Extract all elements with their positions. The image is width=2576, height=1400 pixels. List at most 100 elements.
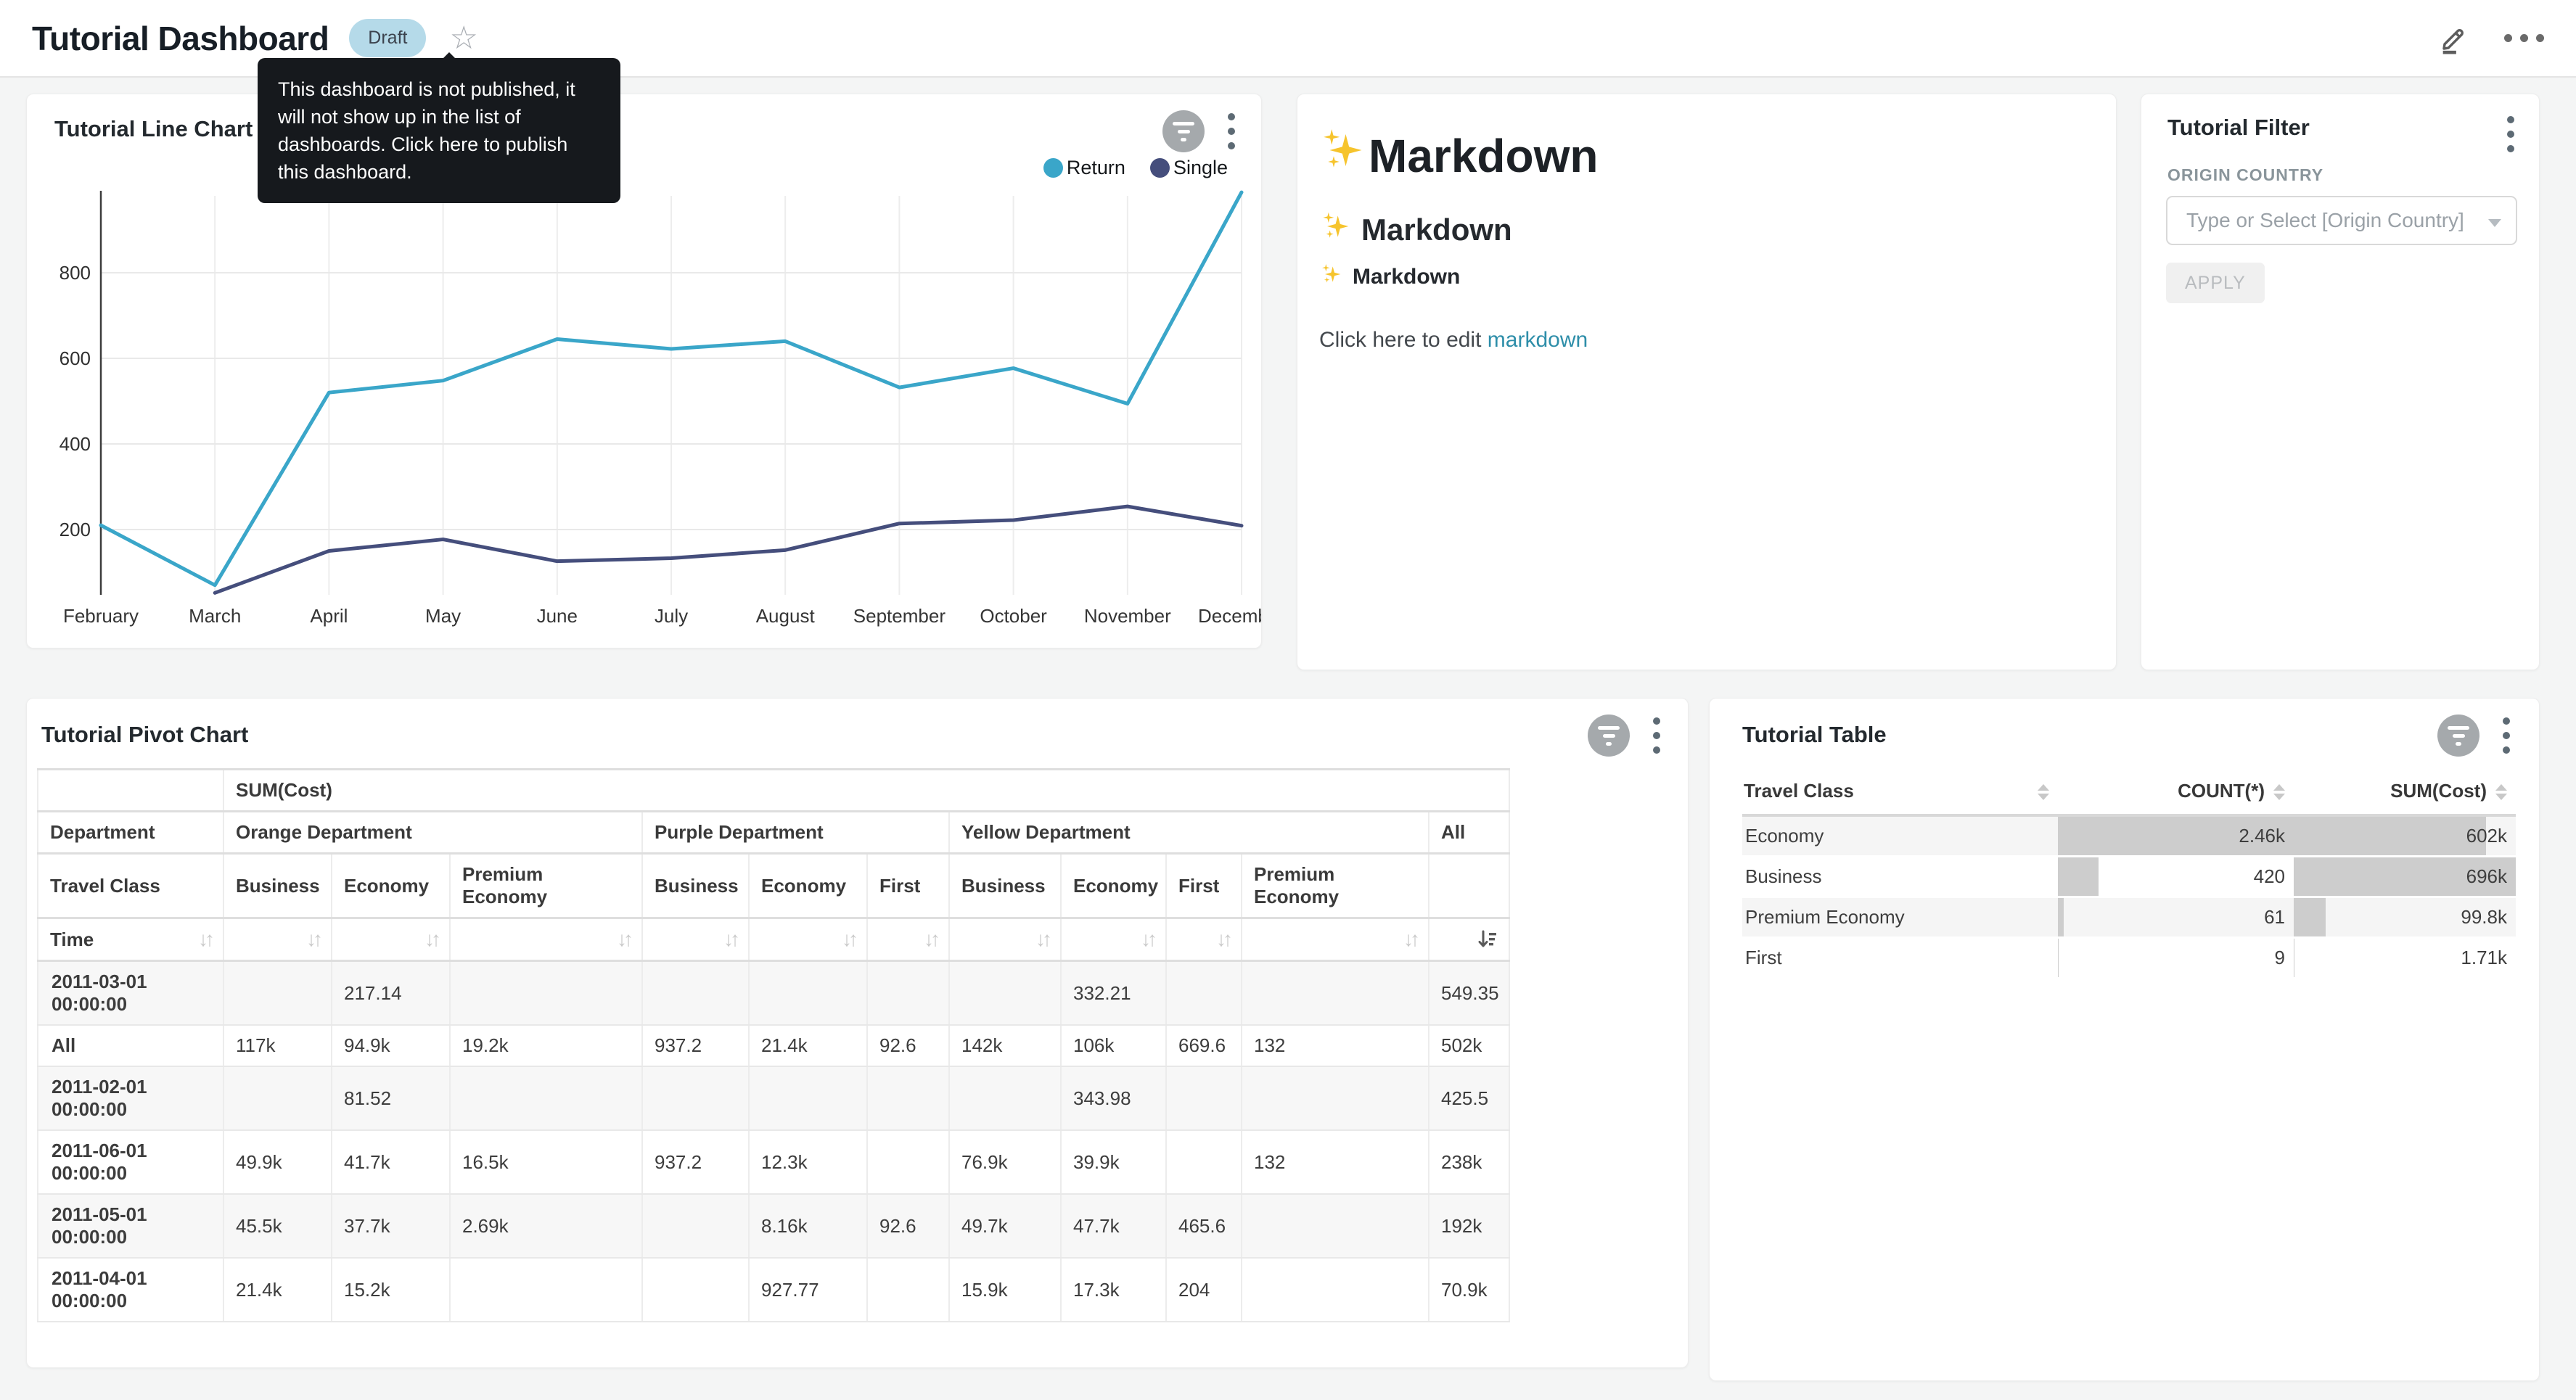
apply-button[interactable]: APPLY: [2166, 263, 2265, 303]
sort-arrows-icon[interactable]: ↓↑: [198, 928, 211, 951]
svg-text:400: 400: [60, 433, 91, 455]
sort-arrows-icon[interactable]: ↓↑: [1141, 928, 1154, 951]
pivot-value-cell: [223, 1066, 332, 1130]
pencil-icon[interactable]: [2437, 22, 2471, 55]
pivot-value-cell: [867, 1130, 949, 1194]
pivot-row: 2011-06-01 00:00:0049.9k41.7k16.5k937.21…: [38, 1130, 1509, 1194]
sparkles-icon: [1318, 126, 1369, 185]
markdown-h1: Markdown: [1318, 126, 1598, 185]
legend-label: Return: [1067, 157, 1125, 179]
legend-item[interactable]: Single: [1150, 157, 1228, 179]
pivot-value-cell: [1166, 1130, 1242, 1194]
sort-arrows-icon[interactable]: ↓↑: [723, 928, 737, 951]
sort-carets-icon[interactable]: [2273, 784, 2285, 800]
pivot-sort-cell[interactable]: ↓↑: [450, 918, 642, 961]
pivot-group-header[interactable]: Yellow Department: [949, 812, 1429, 854]
kebab-icon[interactable]: [1650, 715, 1663, 757]
sort-arrows-icon[interactable]: ↓↑: [1403, 928, 1416, 951]
draft-badge[interactable]: Draft: [349, 19, 426, 57]
count-bar: [2058, 939, 2059, 977]
filter-icon[interactable]: [1588, 715, 1630, 757]
pivot-sort-cell[interactable]: ↓↑: [642, 918, 749, 961]
pivot-class-header[interactable]: Business: [949, 854, 1061, 918]
pivot-class-header[interactable]: Economy: [1061, 854, 1166, 918]
pivot-class-header[interactable]: Economy: [749, 854, 867, 918]
pivot-row: 2011-03-01 00:00:00217.14332.21549.35: [38, 961, 1509, 1026]
pivot-row-label[interactable]: 2011-06-01 00:00:00: [38, 1130, 223, 1194]
legend-item[interactable]: Return: [1043, 157, 1125, 179]
sort-arrows-icon[interactable]: ↓↑: [842, 928, 855, 951]
travel-class-cell: Premium Economy: [1742, 897, 2058, 937]
kebab-icon[interactable]: [2500, 715, 2513, 757]
pivot-sort-row: Time↓↑↓↑↓↑↓↑↓↑↓↑↓↑↓↑↓↑↓↑↓↑: [38, 918, 1509, 961]
pivot-metric-row: SUM(Cost): [38, 770, 1509, 812]
column-header-travel-class[interactable]: Travel Class: [1742, 770, 2058, 815]
markdown-link[interactable]: markdown: [1488, 328, 1588, 352]
pivot-class-header[interactable]: Business: [223, 854, 332, 918]
pivot-class-header[interactable]: Premium Economy: [450, 854, 642, 918]
table-row[interactable]: Economy 2.46k 602k: [1742, 815, 2516, 856]
table-row[interactable]: Business 420 696k: [1742, 856, 2516, 897]
sort-arrows-icon[interactable]: ↓↑: [924, 928, 937, 951]
pivot-row-label[interactable]: 2011-02-01 00:00:00: [38, 1066, 223, 1130]
pivot-class-header[interactable]: Premium Economy: [1242, 854, 1429, 918]
pivot-value-cell: 937.2: [642, 1025, 749, 1066]
sort-carets-icon[interactable]: [2038, 784, 2049, 800]
kebab-icon[interactable]: [2504, 113, 2517, 155]
pivot-class-header[interactable]: First: [1166, 854, 1242, 918]
pivot-value-cell: 132: [1242, 1130, 1429, 1194]
markdown-card[interactable]: Markdown Markdown Markdown Click here to…: [1297, 94, 2117, 670]
sum-bar: [2294, 817, 2486, 855]
table-row[interactable]: Premium Economy 61 99.8k: [1742, 897, 2516, 937]
pivot-dept-axis-label: Department: [38, 812, 223, 854]
pivot-sort-cell[interactable]: ↓↑: [749, 918, 867, 961]
column-header-sum[interactable]: SUM(Cost): [2294, 770, 2516, 815]
pivot-group-header[interactable]: Purple Department: [642, 812, 949, 854]
pivot-value-cell: [1242, 961, 1429, 1026]
pivot-value-cell: [642, 1194, 749, 1258]
svg-text:June: June: [537, 605, 578, 627]
pivot-class-header[interactable]: Business: [642, 854, 749, 918]
pivot-class-header[interactable]: Economy: [332, 854, 450, 918]
column-header-count[interactable]: COUNT(*): [2058, 770, 2294, 815]
sort-carets-icon[interactable]: [2495, 784, 2507, 800]
pivot-sort-cell-active[interactable]: [1429, 918, 1509, 961]
pivot-sort-cell[interactable]: ↓↑: [1242, 918, 1429, 961]
sum-cell: 99.8k: [2294, 897, 2516, 937]
sort-descending-icon[interactable]: [1477, 928, 1497, 950]
pivot-value-cell: 132: [1242, 1025, 1429, 1066]
pivot-sort-cell[interactable]: ↓↑: [1061, 918, 1166, 961]
origin-country-select[interactable]: Type or Select [Origin Country]: [2166, 196, 2517, 245]
pivot-sort-cell[interactable]: ↓↑: [332, 918, 450, 961]
pivot-sort-cell[interactable]: ↓↑: [223, 918, 332, 961]
pivot-sort-cell[interactable]: ↓↑: [949, 918, 1061, 961]
sum-cell: 1.71k: [2294, 937, 2516, 978]
pivot-row-label[interactable]: All: [38, 1025, 223, 1066]
pivot-all-header[interactable]: All: [1429, 812, 1509, 854]
pivot-value-cell: [1166, 1066, 1242, 1130]
sort-arrows-icon[interactable]: ↓↑: [1035, 928, 1049, 951]
filter-icon[interactable]: [2437, 715, 2479, 757]
pivot-class-header[interactable]: First: [867, 854, 949, 918]
pivot-row-label[interactable]: 2011-05-01 00:00:00: [38, 1194, 223, 1258]
travel-class-cell: Economy: [1742, 815, 2058, 856]
pivot-row-label[interactable]: 2011-04-01 00:00:00: [38, 1258, 223, 1322]
pivot-sort-cell[interactable]: ↓↑: [867, 918, 949, 961]
pivot-time-axis-label[interactable]: Time↓↑: [38, 918, 223, 961]
svg-text:April: April: [310, 605, 348, 627]
pivot-row-label[interactable]: 2011-03-01 00:00:00: [38, 961, 223, 1026]
pivot-value-cell: [1242, 1258, 1429, 1322]
pivot-value-cell: [1242, 1066, 1429, 1130]
line-chart-card: Tutorial Line Chart ReturnSingle 2004006…: [26, 94, 1262, 648]
pivot-group-header[interactable]: Orange Department: [223, 812, 642, 854]
sort-arrows-icon[interactable]: ↓↑: [424, 928, 438, 951]
pivot-sort-cell[interactable]: ↓↑: [1166, 918, 1242, 961]
sort-arrows-icon[interactable]: ↓↑: [1216, 928, 1229, 951]
table-row[interactable]: First 9 1.71k: [1742, 937, 2516, 978]
pivot-value-cell: 92.6: [867, 1194, 949, 1258]
ellipsis-icon[interactable]: [2504, 34, 2544, 42]
sort-arrows-icon[interactable]: ↓↑: [306, 928, 319, 951]
markdown-h5: Markdown: [1319, 263, 1460, 292]
pivot-row: 2011-05-01 00:00:0045.5k37.7k2.69k8.16k9…: [38, 1194, 1509, 1258]
sort-arrows-icon[interactable]: ↓↑: [617, 928, 630, 951]
